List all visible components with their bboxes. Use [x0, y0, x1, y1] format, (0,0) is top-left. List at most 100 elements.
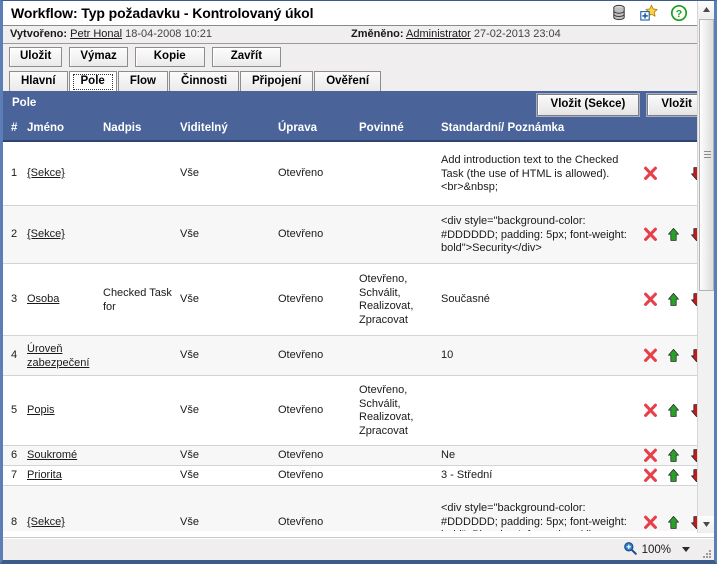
database-icon[interactable]	[610, 4, 628, 22]
row-action-buttons	[643, 403, 704, 418]
field-name-link[interactable]: Priorita	[27, 469, 62, 481]
row-action-buttons	[643, 227, 704, 242]
delete-row-icon[interactable]	[643, 468, 658, 483]
move-up-icon[interactable]	[666, 515, 681, 530]
column-header-default: Standardní/ Poznámka	[441, 122, 565, 134]
cell-num: 2	[11, 228, 18, 240]
tab-label: Připojení	[252, 75, 302, 87]
cell-name: {Sekce}	[27, 228, 101, 242]
row-action-buttons	[643, 348, 704, 363]
arrow-shape	[668, 516, 679, 529]
table-row: 1 {Sekce} Vše Otevřeno Add introduction text…	[3, 142, 714, 206]
field-name-link[interactable]: Popis	[27, 404, 55, 416]
tab-label: Flow	[129, 75, 157, 87]
x-shape	[644, 348, 657, 362]
tab-focus-ring	[72, 74, 113, 90]
field-name-link[interactable]: {Sekce}	[27, 228, 65, 240]
delete-row-icon[interactable]	[643, 515, 658, 530]
cell-edit: Otevřeno	[278, 404, 324, 416]
arrow-shape	[668, 404, 679, 417]
move-up-icon[interactable]	[666, 403, 681, 418]
cell-default: 3 - Střední	[441, 469, 493, 481]
table-row: 3 Osoba Checked Task for Vše Otevřeno Otevřen…	[3, 264, 714, 336]
cell-name: Popis	[27, 404, 101, 418]
column-header-name: Jméno	[27, 122, 65, 134]
cell-num: 7	[11, 469, 18, 481]
cell-name: {Sekce}	[27, 167, 101, 181]
cell-name: Soukromé	[27, 449, 101, 463]
cell-visible: Vše	[180, 516, 199, 528]
resize-grip[interactable]	[701, 548, 711, 558]
scroll-thumb-grip	[704, 151, 711, 159]
cell-visible: Vše	[180, 293, 199, 305]
table-row: 7 Priorita Vše Otevřeno 3 - Střední	[3, 466, 714, 486]
scroll-down-arrow[interactable]	[698, 516, 714, 533]
created-user-link[interactable]: Petr Honal	[70, 28, 122, 40]
scroll-up-arrow[interactable]	[698, 1, 714, 18]
cell-name: Osoba	[27, 293, 101, 307]
copy-button[interactable]: Kopie	[134, 47, 205, 67]
delete-row-icon[interactable]	[643, 403, 658, 418]
delete-row-icon[interactable]	[643, 448, 658, 463]
field-name-link[interactable]: Osoba	[27, 293, 59, 305]
move-up-icon[interactable]	[666, 292, 681, 307]
cell-visible: Vše	[180, 349, 199, 361]
field-name-link[interactable]: Úroveň zabezpečení	[27, 343, 89, 369]
cell-visible: Vše	[180, 167, 199, 179]
arrow-shape	[668, 228, 679, 241]
vertical-scrollbar[interactable]	[697, 1, 714, 533]
zoom-dropdown-caret[interactable]	[682, 547, 690, 552]
magnifier-plus-icon	[623, 541, 637, 558]
move-up-icon[interactable]	[666, 468, 681, 483]
move-up-icon[interactable]	[666, 348, 681, 363]
delete-row-icon[interactable]	[643, 348, 658, 363]
cell-edit: Otevřeno	[278, 349, 324, 361]
modified-info: Změněno: Administrator 27-02-2013 23:04	[351, 28, 561, 40]
workflow-window: Workflow: Typ požadavku - Kontrolovaný ú…	[0, 0, 717, 564]
modified-label: Změněno:	[351, 28, 404, 40]
cell-num: 1	[11, 167, 18, 179]
help-icon[interactable]: ?	[670, 4, 688, 22]
field-name-link[interactable]: {Sekce}	[27, 516, 65, 528]
tab-overeni[interactable]: Ověření	[314, 71, 382, 91]
cell-edit: Otevřeno	[278, 293, 324, 305]
row-action-buttons	[643, 468, 704, 483]
delete-button[interactable]: Výmaz	[69, 47, 128, 67]
cell-visible: Vše	[180, 449, 199, 461]
table-row: 2 {Sekce} Vše Otevřeno <div style="backgroun…	[3, 206, 714, 264]
scroll-thumb[interactable]	[699, 19, 714, 291]
field-name-link[interactable]: {Sekce}	[27, 167, 65, 179]
save-button[interactable]: Uložit	[9, 47, 63, 67]
delete-row-icon[interactable]	[643, 166, 658, 181]
modified-user-link[interactable]: Administrator	[406, 28, 471, 40]
panel-header: Pole Vložit (Sekce) Vložit	[3, 91, 714, 118]
arrow-shape	[668, 469, 679, 482]
move-up-icon[interactable]	[666, 227, 681, 242]
tab-pole[interactable]: Pole	[68, 71, 117, 91]
x-shape	[644, 166, 657, 180]
panel-title: Pole	[12, 97, 37, 109]
delete-row-icon[interactable]	[643, 292, 658, 307]
row-action-buttons	[643, 448, 704, 463]
delete-row-icon[interactable]	[643, 227, 658, 242]
add-favorite-icon[interactable]	[640, 4, 658, 22]
cell-name: Úroveň zabezpečení	[27, 343, 101, 370]
tab-hlavni[interactable]: Hlavní	[9, 71, 68, 91]
tab-cinnosti[interactable]: Činnosti	[169, 71, 240, 91]
cell-default: Ne	[441, 449, 456, 461]
tab-pripojeni[interactable]: Připojení	[240, 71, 314, 91]
x-shape	[644, 403, 657, 417]
cell-default: <div style="background-color: #DDDDDD; p…	[441, 502, 627, 531]
zoom-control[interactable]: 100%	[623, 541, 690, 558]
move-up-icon[interactable]	[666, 448, 681, 463]
cell-visible: Vše	[180, 469, 199, 481]
insert-section-button[interactable]: Vložit (Sekce)	[536, 94, 640, 116]
close-button[interactable]: Zavřít	[211, 47, 282, 67]
created-label: Vytvořeno:	[10, 28, 68, 40]
tab-flow[interactable]: Flow	[117, 71, 169, 91]
cell-num: 5	[11, 404, 18, 416]
field-name-link[interactable]: Soukromé	[27, 449, 77, 461]
column-header-visible: Viditelný	[180, 122, 228, 134]
cell-edit: Otevřeno	[278, 228, 324, 240]
tab-label: Činnosti	[181, 75, 228, 87]
